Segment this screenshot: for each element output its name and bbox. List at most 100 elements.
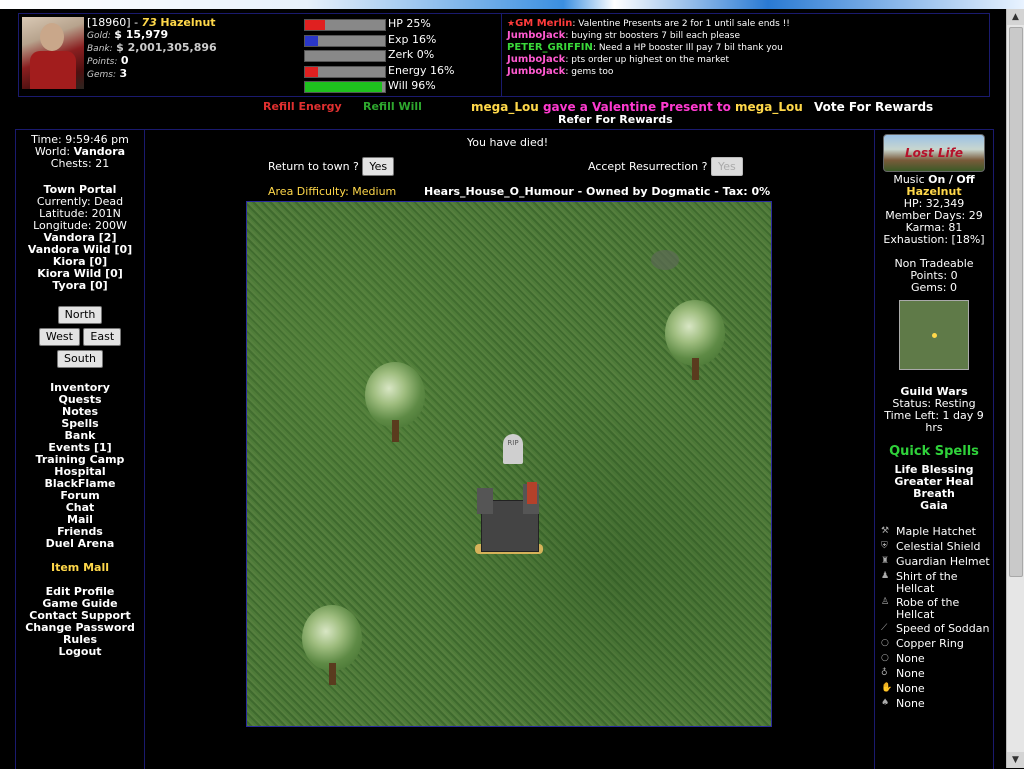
return-text: Return to town ? xyxy=(268,160,359,173)
present-to[interactable]: mega_Lou xyxy=(735,100,803,114)
chat-message: Need a HP booster Ill pay 7 bil thank yo… xyxy=(598,43,783,53)
equipment-item[interactable]: ♟ Shirt of the Hellcat xyxy=(881,571,993,595)
equipment-name: None xyxy=(896,667,925,680)
stat-bar-fill xyxy=(305,35,318,46)
equipment-name: Guardian Helmet xyxy=(896,555,990,568)
scroll-down-arrow-icon[interactable]: ▼ xyxy=(1007,752,1024,768)
player-name[interactable]: Hazelnut xyxy=(160,16,215,29)
resurrect-yes-button: Yes xyxy=(710,157,743,176)
south-button[interactable]: South xyxy=(57,350,103,368)
world-map[interactable]: RIP xyxy=(246,201,772,727)
bank-label: Bank: xyxy=(87,44,113,54)
present-announcement: mega_Lou gave a Valentine Present to meg… xyxy=(471,100,803,114)
exhaustion-text: Exhaustion: [18%] xyxy=(883,233,985,246)
present-from[interactable]: mega_Lou xyxy=(471,100,539,114)
equipment-name: Copper Ring xyxy=(896,637,964,650)
account-menu: Edit Profile Game Guide Contact Support Cha… xyxy=(16,586,144,658)
main-menu: Inventory Quests Notes Spells Bank Events [1]… xyxy=(16,382,144,550)
chat-user[interactable]: PETER_GRIFFIN xyxy=(507,42,593,53)
scroll-thumb[interactable] xyxy=(1009,27,1023,577)
item-mall-link[interactable]: Item Mall xyxy=(16,562,144,574)
stat-bar-fill xyxy=(305,20,325,30)
death-message: You have died! xyxy=(467,136,549,149)
player-info: [18960] - 73 Hazelnut Gold: $ 15,979 Ban… xyxy=(87,17,302,81)
gold-label: Gold: xyxy=(87,31,111,41)
points-label: Points: xyxy=(87,57,118,67)
return-yes-button[interactable]: Yes xyxy=(362,157,395,176)
menu-link-logout[interactable]: Logout xyxy=(16,646,144,658)
points-value: 0 xyxy=(120,54,129,67)
axe-icon: ⚒ xyxy=(881,526,890,536)
gloves-icon: ✋ xyxy=(881,683,893,693)
stat-bar-label: Energy 16% xyxy=(388,63,455,77)
castle-building[interactable] xyxy=(475,482,543,556)
equipment-item[interactable]: ✋ None xyxy=(881,683,993,696)
ring-icon: ○ xyxy=(881,638,889,648)
charm-icon: ♠ xyxy=(881,698,890,708)
menu-link-duel-arena[interactable]: Duel Arena xyxy=(16,538,144,550)
quick-spells-list: Life Blessing Greater Heal Breath Gaia xyxy=(875,464,993,512)
east-button[interactable]: East xyxy=(83,328,122,346)
equipment-name: Robe of the Hellcat xyxy=(896,596,960,621)
stat-bar-fill xyxy=(305,82,382,92)
gravestone-icon[interactable]: RIP xyxy=(503,434,523,464)
minimap[interactable] xyxy=(899,300,969,370)
equipment-item[interactable]: ○ Copper Ring xyxy=(881,638,993,651)
equipment-item[interactable]: ♜ Guardian Helmet xyxy=(881,556,993,569)
stat-bar-label: Zerk 0% xyxy=(388,48,435,61)
west-button[interactable]: West xyxy=(38,328,80,346)
shirt-icon: ♟ xyxy=(881,571,890,581)
equipment-name: Speed of Soddan xyxy=(896,622,990,635)
north-button[interactable]: North xyxy=(57,306,103,324)
equipment-item[interactable]: ⛨ Celestial Shield xyxy=(881,541,993,554)
equipment-item[interactable]: ⟋ Speed of Soddan xyxy=(881,623,993,636)
ring-icon: ○ xyxy=(881,653,889,663)
gold-value: $ 15,979 xyxy=(114,28,169,41)
chat-line: JumboJack: gems too xyxy=(507,66,614,77)
vote-link[interactable]: Vote For Rewards xyxy=(814,100,933,114)
refer-link[interactable]: Refer For Rewards xyxy=(558,113,673,126)
refill-energy-link[interactable]: Refill Energy xyxy=(263,100,342,113)
chat-message: Valentine Presents are 2 for 1 until sal… xyxy=(578,19,790,29)
equipment-list: ⚒ Maple Hatchet ⛨ Celestial Shield ♜ Guardian… xyxy=(875,526,993,711)
equipment-item[interactable]: ♁ None xyxy=(881,668,993,681)
zone-item[interactable]: Tyora [0] xyxy=(16,280,144,292)
area-difficulty: Area Difficulty: Medium xyxy=(268,185,397,198)
zone-list: Vandora [2] Vandora Wild [0] Kiora [0] Kior… xyxy=(16,232,144,292)
equipment-name: Shirt of the Hellcat xyxy=(896,570,958,595)
equipment-item[interactable]: ⚒ Maple Hatchet xyxy=(881,526,993,539)
player-position-marker xyxy=(932,333,937,338)
browser-top-strip xyxy=(0,0,1024,9)
boots-icon: ⟋ xyxy=(881,623,888,633)
chat-user[interactable]: GM Merlin xyxy=(515,18,572,29)
robe-icon: ♙ xyxy=(881,597,890,607)
chests-text: Chests: 21 xyxy=(50,157,110,170)
stat-bar-track xyxy=(304,65,386,78)
chat-user[interactable]: JumboJack xyxy=(507,30,565,41)
game-logo[interactable]: Lost Life xyxy=(883,134,985,172)
equipment-item[interactable]: ♠ None xyxy=(881,698,993,711)
quick-spell[interactable]: Gaia xyxy=(875,500,993,512)
star-icon: ★ xyxy=(507,19,516,29)
chat-line: PETER_GRIFFIN: Need a HP booster Ill pay… xyxy=(507,42,783,53)
equipment-item[interactable]: ♙ Robe of the Hellcat xyxy=(881,597,993,621)
stat-bar-label: Exp 16% xyxy=(388,32,437,46)
chat-line: JumboJack: buying str boosters 7 bill ea… xyxy=(507,30,740,41)
chat-line: JumboJack: pts order up highest on the m… xyxy=(507,54,730,65)
stat-bar-label: Will 96% xyxy=(388,79,436,92)
equipment-item[interactable]: ○ None xyxy=(881,653,993,666)
chat-message: pts order up highest on the market xyxy=(571,55,730,65)
refill-will-link[interactable]: Refill Will xyxy=(363,100,422,113)
scroll-up-arrow-icon[interactable]: ▲ xyxy=(1007,9,1024,25)
avatar[interactable] xyxy=(22,17,84,89)
return-to-town-prompt: Return to town ? Yes xyxy=(268,157,395,176)
guild-wars-time: Time Left: 1 day 9 hrs xyxy=(884,409,984,434)
chat-feed: ★GM Merlin: Valentine Presents are 2 for… xyxy=(507,18,989,78)
stat-bar-track xyxy=(304,81,386,93)
quick-spells-title: Quick Spells xyxy=(889,444,979,459)
page-scrollbar[interactable]: ▲ ▼ xyxy=(1006,9,1024,768)
chat-user[interactable]: JumboJack xyxy=(507,66,565,77)
equipment-name: Celestial Shield xyxy=(896,540,981,553)
chat-user[interactable]: JumboJack xyxy=(507,54,565,65)
shield-icon: ⛨ xyxy=(881,541,888,551)
